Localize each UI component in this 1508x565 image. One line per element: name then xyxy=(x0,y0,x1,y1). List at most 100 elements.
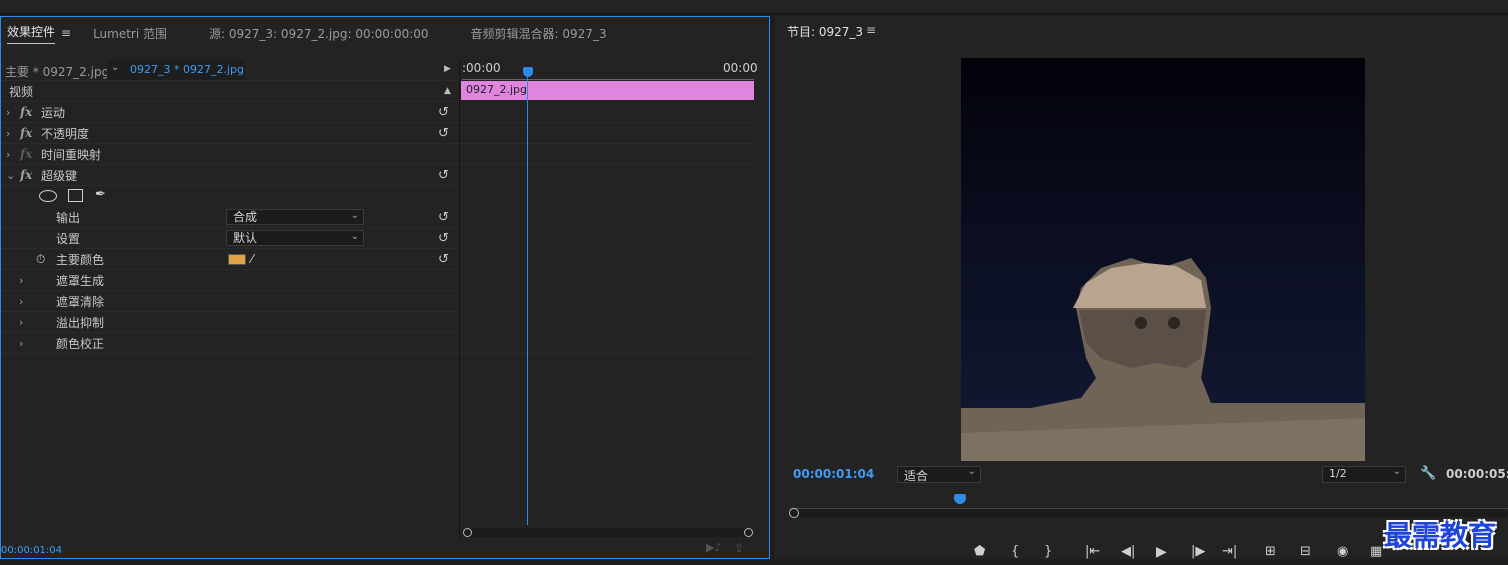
reset-icon[interactable]: ↺ xyxy=(438,252,449,267)
subgroup-row[interactable]: › 遮罩生成 xyxy=(1,270,459,291)
clip-bar-label: 0927_2.jpg xyxy=(466,83,528,96)
tab-effect-controls[interactable]: 效果控件 xyxy=(7,23,56,44)
wrench-icon[interactable]: 🔧 xyxy=(1420,466,1436,481)
reset-icon[interactable]: ↺ xyxy=(438,126,449,141)
subgroup-row[interactable]: › 颜色校正 xyxy=(1,333,459,354)
video-section-header: 视频 ▲ xyxy=(1,81,459,102)
timeline-track-line xyxy=(460,122,754,123)
add-marker-icon[interactable]: ⬟ xyxy=(974,544,985,559)
timeline-track-line xyxy=(460,353,754,354)
export-icon[interactable]: ⇪ xyxy=(734,541,744,555)
effect-label: 运动 xyxy=(41,105,66,120)
collapse-up-icon[interactable]: ▲ xyxy=(444,86,451,96)
zoom-dropdown[interactable]: 适合 ⌄ xyxy=(897,466,981,483)
setting-dropdown[interactable]: 默认 ⌄ xyxy=(226,230,364,246)
chevron-down-icon[interactable]: ⌄ xyxy=(6,169,15,182)
mask-tools-row: ✒ xyxy=(1,186,459,207)
key-color-label: 主要颜色 xyxy=(56,252,105,267)
video-header-label: 视频 xyxy=(9,84,34,99)
program-title[interactable]: 节目: 0927_3 xyxy=(787,23,863,40)
fx-icon: fx xyxy=(20,147,33,161)
subgroup-row[interactable]: › 遮罩清除 xyxy=(1,291,459,312)
chevron-right-icon[interactable]: › xyxy=(19,274,23,287)
subgroup-label: 溢出抑制 xyxy=(56,315,105,330)
output-dropdown[interactable]: 合成 ⌄ xyxy=(226,209,364,225)
play-icon[interactable]: ▶ xyxy=(1156,544,1167,560)
reset-icon[interactable]: ↺ xyxy=(438,231,449,246)
chevron-right-icon[interactable]: › xyxy=(6,148,10,161)
program-duration: 00:00:05: xyxy=(1446,467,1508,481)
tab-audio-clip-mixer[interactable]: 音频剪辑混合器: 0927_3 xyxy=(471,25,607,42)
current-time[interactable]: 00:00:01:04 xyxy=(1,545,62,556)
key-color-swatch[interactable] xyxy=(228,254,246,265)
effect-row-opacity[interactable]: › fx 不透明度 ↺ xyxy=(1,123,459,144)
mark-out-icon[interactable]: } xyxy=(1044,544,1052,559)
watermark-text: 最需教育 xyxy=(1384,519,1497,552)
output-value: 合成 xyxy=(233,210,258,224)
stopwatch-icon[interactable]: ⏱ xyxy=(36,252,45,267)
ellipse-mask-icon[interactable] xyxy=(39,190,57,202)
effect-row-time-remap[interactable]: › fx 时间重映射 xyxy=(1,144,459,165)
timeline-ruler[interactable] xyxy=(462,77,754,80)
step-back-icon[interactable]: ◀| xyxy=(1121,544,1135,559)
setting-value: 默认 xyxy=(233,231,258,245)
sequence-clip-dropdown[interactable]: ⌄ 0927_3 * 0927_2.jpg xyxy=(107,60,245,80)
reset-icon[interactable]: ↺ xyxy=(438,168,449,183)
reset-icon[interactable]: ↺ xyxy=(438,105,449,120)
timeline-end: 00:00 xyxy=(723,61,758,75)
output-label: 输出 xyxy=(56,210,81,225)
timeline-scrollbar[interactable] xyxy=(463,528,753,537)
playhead-line xyxy=(527,75,528,525)
eyedropper-icon[interactable]: ⁄ xyxy=(251,252,253,266)
tab-lumetri-scopes[interactable]: Lumetri 范围 xyxy=(93,25,167,42)
timeline-divider xyxy=(459,60,460,540)
chevron-right-icon[interactable]: › xyxy=(19,337,23,350)
button-editor-icon[interactable]: ▦ xyxy=(1370,544,1382,559)
scroll-handle-left[interactable] xyxy=(463,528,472,537)
fx-icon[interactable]: fx xyxy=(20,105,32,119)
extract-icon[interactable]: ⊟ xyxy=(1300,544,1311,559)
fx-icon[interactable]: fx xyxy=(20,168,32,182)
rectangle-mask-icon[interactable] xyxy=(68,189,83,202)
go-to-in-icon[interactable]: |⇤ xyxy=(1085,544,1100,559)
tab-source[interactable]: 源: 0927_3: 0927_2.jpg: 00:00:00:00 xyxy=(209,25,429,42)
pen-mask-icon[interactable]: ✒ xyxy=(95,187,106,202)
chevron-down-icon: ⌄ xyxy=(350,210,359,221)
program-ruler[interactable] xyxy=(789,500,1508,509)
timeline-track-line xyxy=(460,164,754,165)
scroll-handle-left[interactable] xyxy=(789,508,799,518)
chevron-down-icon: ⌄ xyxy=(111,62,120,73)
param-row-output: 输出 合成 ⌄ ↺ xyxy=(1,207,459,228)
reset-icon[interactable]: ↺ xyxy=(438,210,449,225)
subgroup-row[interactable]: › 溢出抑制 xyxy=(1,312,459,333)
program-timecode[interactable]: 00:00:01:04 xyxy=(793,467,874,481)
fx-icon[interactable]: fx xyxy=(20,126,32,140)
zoom-value: 适合 xyxy=(904,469,929,483)
resolution-dropdown[interactable]: 1/2 ⌄ xyxy=(1322,466,1406,483)
play-only-audio-icon[interactable]: ▶ xyxy=(444,64,451,74)
audio-filter-icon[interactable]: ▶♪ xyxy=(706,541,721,554)
effect-label: 超级键 xyxy=(41,168,78,183)
chevron-right-icon[interactable]: › xyxy=(6,106,10,119)
lift-icon[interactable]: ⊞ xyxy=(1265,544,1276,559)
program-monitor-panel: 节目: 0927_3 ≡ 00:00:01:04 适合 ⌄ 1/2 ⌄ 🔧 00:0… xyxy=(775,16,1508,560)
chevron-right-icon[interactable]: › xyxy=(19,316,23,329)
master-clip-label[interactable]: 主要 * 0927_2.jpg xyxy=(5,63,109,80)
mark-in-icon[interactable]: { xyxy=(1011,544,1019,559)
program-menu-icon[interactable]: ≡ xyxy=(866,23,876,37)
effect-row-motion[interactable]: › fx 运动 ↺ xyxy=(1,102,459,123)
chevron-right-icon[interactable]: › xyxy=(6,127,10,140)
clip-bar[interactable]: 0927_2.jpg xyxy=(461,81,754,100)
panel-menu-icon[interactable]: ≡ xyxy=(61,26,71,40)
video-frame[interactable] xyxy=(961,58,1365,461)
camera-icon[interactable]: ◉ xyxy=(1337,544,1348,559)
step-forward-icon[interactable]: |▶ xyxy=(1191,544,1205,559)
chevron-down-icon: ⌄ xyxy=(967,466,976,477)
playhead-handle[interactable] xyxy=(523,67,533,77)
scroll-handle-right[interactable] xyxy=(744,528,753,537)
chevron-right-icon[interactable]: › xyxy=(19,295,23,308)
statue-image xyxy=(961,258,1365,461)
go-to-out-icon[interactable]: ⇥| xyxy=(1222,544,1237,559)
effect-controls-panel: 效果控件 ≡ Lumetri 范围 源: 0927_3: 0927_2.jpg:… xyxy=(0,16,770,559)
effect-row-ultra-key[interactable]: ⌄ fx 超级键 ↺ xyxy=(1,165,459,186)
